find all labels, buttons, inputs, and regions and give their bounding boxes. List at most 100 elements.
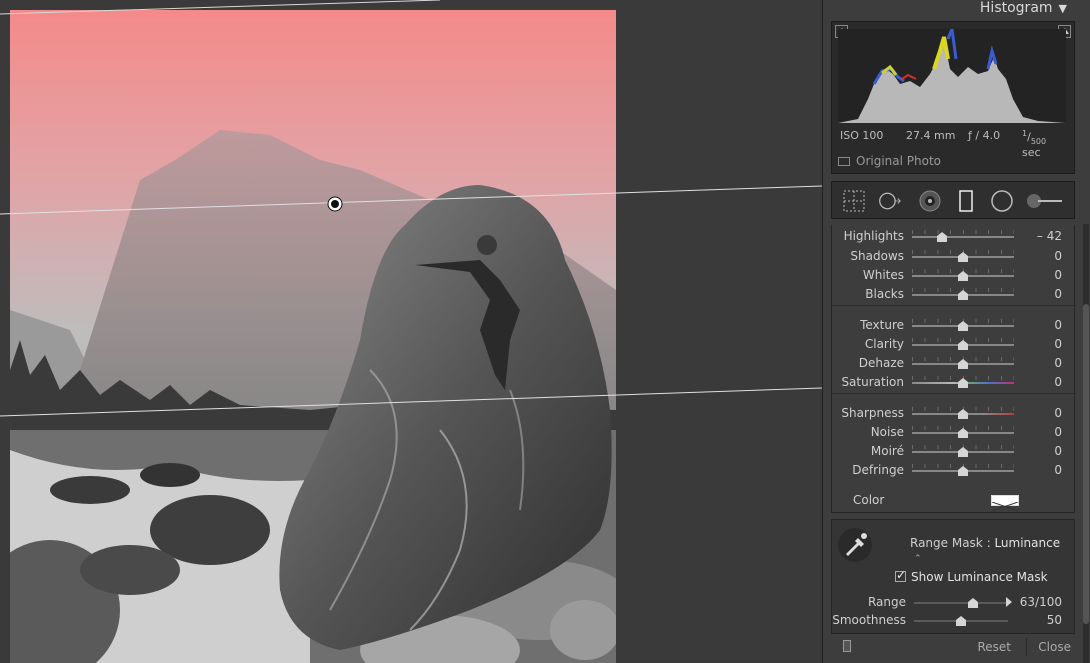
crop-grid-icon[interactable]	[842, 189, 866, 213]
clarity-thumb[interactable]	[958, 340, 968, 350]
highlights-track[interactable]	[912, 236, 1014, 238]
highlights-ticks	[912, 230, 1014, 234]
iso-value: ISO 100	[840, 129, 884, 142]
shadows-value[interactable]: 0	[1054, 249, 1062, 263]
blacks-value[interactable]: 0	[1054, 287, 1062, 301]
sharpness-thumb[interactable]	[958, 409, 968, 419]
scrollbar-thumb[interactable]	[1083, 304, 1089, 624]
focal-length: 27.4 mm	[906, 129, 956, 142]
shadows-thumb[interactable]	[958, 252, 968, 262]
dehaze-value[interactable]: 0	[1054, 356, 1062, 370]
moir-label: Moiré	[870, 444, 904, 458]
slider-row-dehaze: Dehaze 0	[832, 355, 1076, 371]
defringe-value[interactable]: 0	[1054, 463, 1062, 477]
slider-row-whites: Whites 0	[832, 267, 1076, 283]
saturation-label: Saturation	[841, 375, 904, 389]
highlights-thumb[interactable]	[936, 232, 947, 242]
original-photo-label: Original Photo	[856, 154, 942, 168]
exif-row: ISO 100 27.4 mm ƒ / 4.0 1/500 sec	[840, 129, 1068, 159]
dehaze-label: Dehaze	[858, 356, 904, 370]
shadows-label: Shadows	[850, 249, 904, 263]
range-track[interactable]	[914, 602, 1008, 604]
collapse-triangle-icon[interactable]: ▼	[1059, 2, 1067, 15]
slider-row-saturation: Saturation 0	[832, 374, 1076, 390]
shutter-speed: 1/500 sec	[1022, 129, 1047, 159]
show-luminance-mask-toggle[interactable]: Show Luminance Mask	[895, 568, 1048, 584]
defringe-thumb[interactable]	[958, 466, 968, 476]
reset-button[interactable]: Reset	[977, 640, 1011, 654]
photo-viewport[interactable]	[0, 0, 822, 663]
sharpness-label: Sharpness	[841, 406, 904, 420]
dehaze-thumb[interactable]	[958, 359, 968, 369]
divider	[1026, 638, 1027, 656]
range-mask-select[interactable]: Range Mask : Luminance ⌃	[910, 536, 1074, 564]
bottom-bar: Reset Close	[831, 636, 1075, 660]
graduated-filter-icon[interactable]	[954, 189, 978, 213]
range-mask-label: Range Mask :	[910, 536, 991, 550]
histogram-header[interactable]: Histogram ▼	[823, 0, 1075, 20]
original-photo-checkbox[interactable]	[838, 157, 850, 166]
smoothness-thumb[interactable]	[956, 616, 966, 626]
show-luminance-checkbox[interactable]	[895, 568, 906, 582]
smoothness-label: Smoothness	[832, 613, 906, 627]
range-thumb-high[interactable]	[1006, 597, 1012, 607]
develop-panel: Histogram ▼ ISO 100 27.4 mm ƒ / 4.0 1/50…	[822, 0, 1090, 663]
photo[interactable]	[10, 10, 616, 663]
color-label: Color	[853, 493, 885, 507]
histogram-graph[interactable]	[838, 23, 1066, 123]
spot-removal-icon[interactable]	[878, 189, 902, 213]
slider-row-blacks: Blacks 0	[832, 286, 1076, 302]
panel-scrollbar[interactable]	[1083, 224, 1089, 663]
sharpness-value[interactable]: 0	[1054, 406, 1062, 420]
clarity-label: Clarity	[864, 337, 904, 351]
range-mask-panel: Range Mask : Luminance ⌃ Show Luminance …	[831, 519, 1075, 634]
slider-row-shadows: Shadows 0	[832, 248, 1076, 264]
histogram-title: Histogram	[979, 0, 1053, 16]
histogram-panel: ISO 100 27.4 mm ƒ / 4.0 1/500 sec Origin…	[831, 21, 1075, 174]
eyedropper-icon[interactable]	[838, 528, 872, 562]
whites-thumb[interactable]	[958, 271, 968, 281]
slider-row-noise: Noise 0	[832, 424, 1076, 440]
chevron-updown-icon: ⌃	[914, 554, 922, 564]
panel-switch-icon[interactable]	[843, 640, 851, 652]
slider-row-moir: Moiré 0	[832, 443, 1076, 459]
show-luminance-label: Show Luminance Mask	[911, 570, 1048, 584]
close-button[interactable]: Close	[1038, 640, 1071, 654]
blacks-label: Blacks	[865, 287, 904, 301]
red-eye-icon[interactable]	[918, 189, 942, 213]
section-divider	[832, 305, 1076, 306]
color-row: Color	[831, 489, 1075, 512]
color-swatch[interactable]	[991, 495, 1019, 512]
aperture-value: ƒ / 4.0	[968, 129, 1001, 142]
texture-value[interactable]: 0	[1054, 318, 1062, 332]
moir-value[interactable]: 0	[1054, 444, 1062, 458]
highlights-label: Highlights	[843, 229, 904, 243]
saturation-value[interactable]: 0	[1054, 375, 1062, 389]
adjustment-brush-icon[interactable]	[1026, 189, 1064, 213]
moir-thumb[interactable]	[958, 447, 968, 457]
smoothness-slider-row: Smoothness 50	[832, 612, 1076, 628]
defringe-label: Defringe	[852, 463, 904, 477]
radial-filter-icon[interactable]	[990, 189, 1014, 213]
slider-row-defringe: Defringe 0	[832, 462, 1076, 478]
range-slider-row: Range 63/100	[832, 594, 1076, 610]
highlights-value[interactable]: – 42	[1037, 229, 1062, 243]
slider-row-sharpness: Sharpness 0	[832, 405, 1076, 421]
tool-strip	[831, 181, 1075, 219]
range-mask-mode: Luminance	[994, 536, 1061, 550]
range-thumb-low[interactable]	[968, 598, 978, 608]
slider-row-clarity: Clarity 0	[832, 336, 1076, 352]
adjustment-sliders: Highlights – 42 Shadows 0 Whites 0 Blacks 0 Text…	[831, 225, 1076, 513]
original-photo-toggle[interactable]: Original Photo	[838, 154, 941, 168]
noise-thumb[interactable]	[958, 428, 968, 438]
whites-value[interactable]: 0	[1054, 268, 1062, 282]
saturation-thumb[interactable]	[958, 378, 968, 388]
smoothness-value: 50	[1046, 613, 1062, 627]
blacks-thumb[interactable]	[958, 290, 968, 300]
slider-row-highlights: Highlights – 42	[832, 228, 1076, 244]
clarity-value[interactable]: 0	[1054, 337, 1062, 351]
range-value: 63/100	[1019, 595, 1062, 609]
texture-thumb[interactable]	[958, 321, 968, 331]
noise-value[interactable]: 0	[1054, 425, 1062, 439]
range-label: Range	[867, 595, 906, 609]
